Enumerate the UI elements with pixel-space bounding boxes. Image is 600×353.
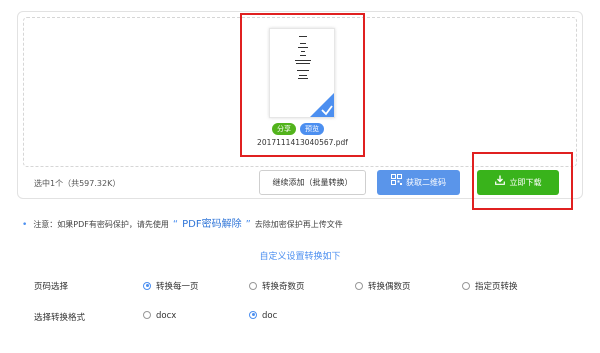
continue-add-button[interactable]: 继续添加（批量转换） bbox=[259, 170, 366, 195]
radio-label: doc bbox=[262, 311, 278, 321]
notice-quote-close: ” bbox=[245, 219, 251, 230]
get-qr-code-button[interactable]: 获取二维码 bbox=[377, 170, 460, 195]
radio-even-pages[interactable]: 转换偶数页 bbox=[355, 280, 411, 292]
preview-tag[interactable]: 预览 bbox=[300, 123, 324, 135]
share-tag[interactable]: 分享 bbox=[272, 123, 296, 135]
radio-circle bbox=[462, 281, 470, 290]
radio-circle bbox=[249, 281, 257, 290]
radio-circle bbox=[143, 310, 151, 319]
download-now-label: 立即下载 bbox=[509, 178, 542, 187]
password-notice: • 注意：如果PDF有密码保护，请先使用 “PDF密码解除 ” 去除加密保护再上传文件 bbox=[22, 215, 343, 230]
file-name: 2017111413040567.pdf bbox=[257, 138, 348, 147]
settings-title: 自定义设置转换如下 bbox=[259, 252, 341, 262]
file-tags: 分享 预览 bbox=[272, 123, 328, 136]
radio-label: 转换每一页 bbox=[156, 282, 199, 292]
file-card[interactable]: 分享 预览 2017111413040567.pdf bbox=[240, 13, 365, 157]
radio-doc[interactable]: doc bbox=[249, 310, 278, 321]
notice-quote-open: “ bbox=[172, 219, 179, 230]
pdf-password-remove-link[interactable]: PDF密码解除 bbox=[182, 219, 241, 230]
pdf-thumbnail[interactable] bbox=[269, 28, 335, 118]
bullet-icon: • bbox=[22, 220, 28, 230]
radio-circle bbox=[249, 310, 257, 319]
get-qr-code-label: 获取二维码 bbox=[406, 178, 446, 187]
radio-circle bbox=[355, 281, 363, 290]
selected-file-info: 选中1个（共597.32K） bbox=[34, 179, 121, 188]
page-select-label: 页码选择 bbox=[34, 282, 69, 292]
qr-code-icon bbox=[391, 170, 402, 195]
format-select-label: 选择转换格式 bbox=[34, 313, 86, 323]
radio-label: docx bbox=[156, 311, 177, 321]
radio-label: 转换奇数页 bbox=[262, 282, 305, 292]
radio-odd-pages[interactable]: 转换奇数页 bbox=[249, 280, 305, 292]
radio-circle bbox=[143, 281, 151, 290]
radio-docx[interactable]: docx bbox=[143, 310, 177, 321]
download-icon bbox=[494, 170, 505, 195]
radio-each-page[interactable]: 转换每一页 bbox=[143, 280, 199, 292]
notice-prefix: 注意：如果PDF有密码保护，请先使用 bbox=[33, 220, 169, 229]
download-now-button[interactable]: 立即下载 bbox=[477, 170, 559, 195]
radio-specific-pages[interactable]: 指定页转换 bbox=[462, 280, 518, 292]
notice-suffix: 去除加密保护再上传文件 bbox=[254, 220, 343, 229]
radio-label: 转换偶数页 bbox=[368, 282, 411, 292]
selected-check-icon bbox=[309, 92, 334, 117]
radio-label: 指定页转换 bbox=[475, 282, 518, 292]
